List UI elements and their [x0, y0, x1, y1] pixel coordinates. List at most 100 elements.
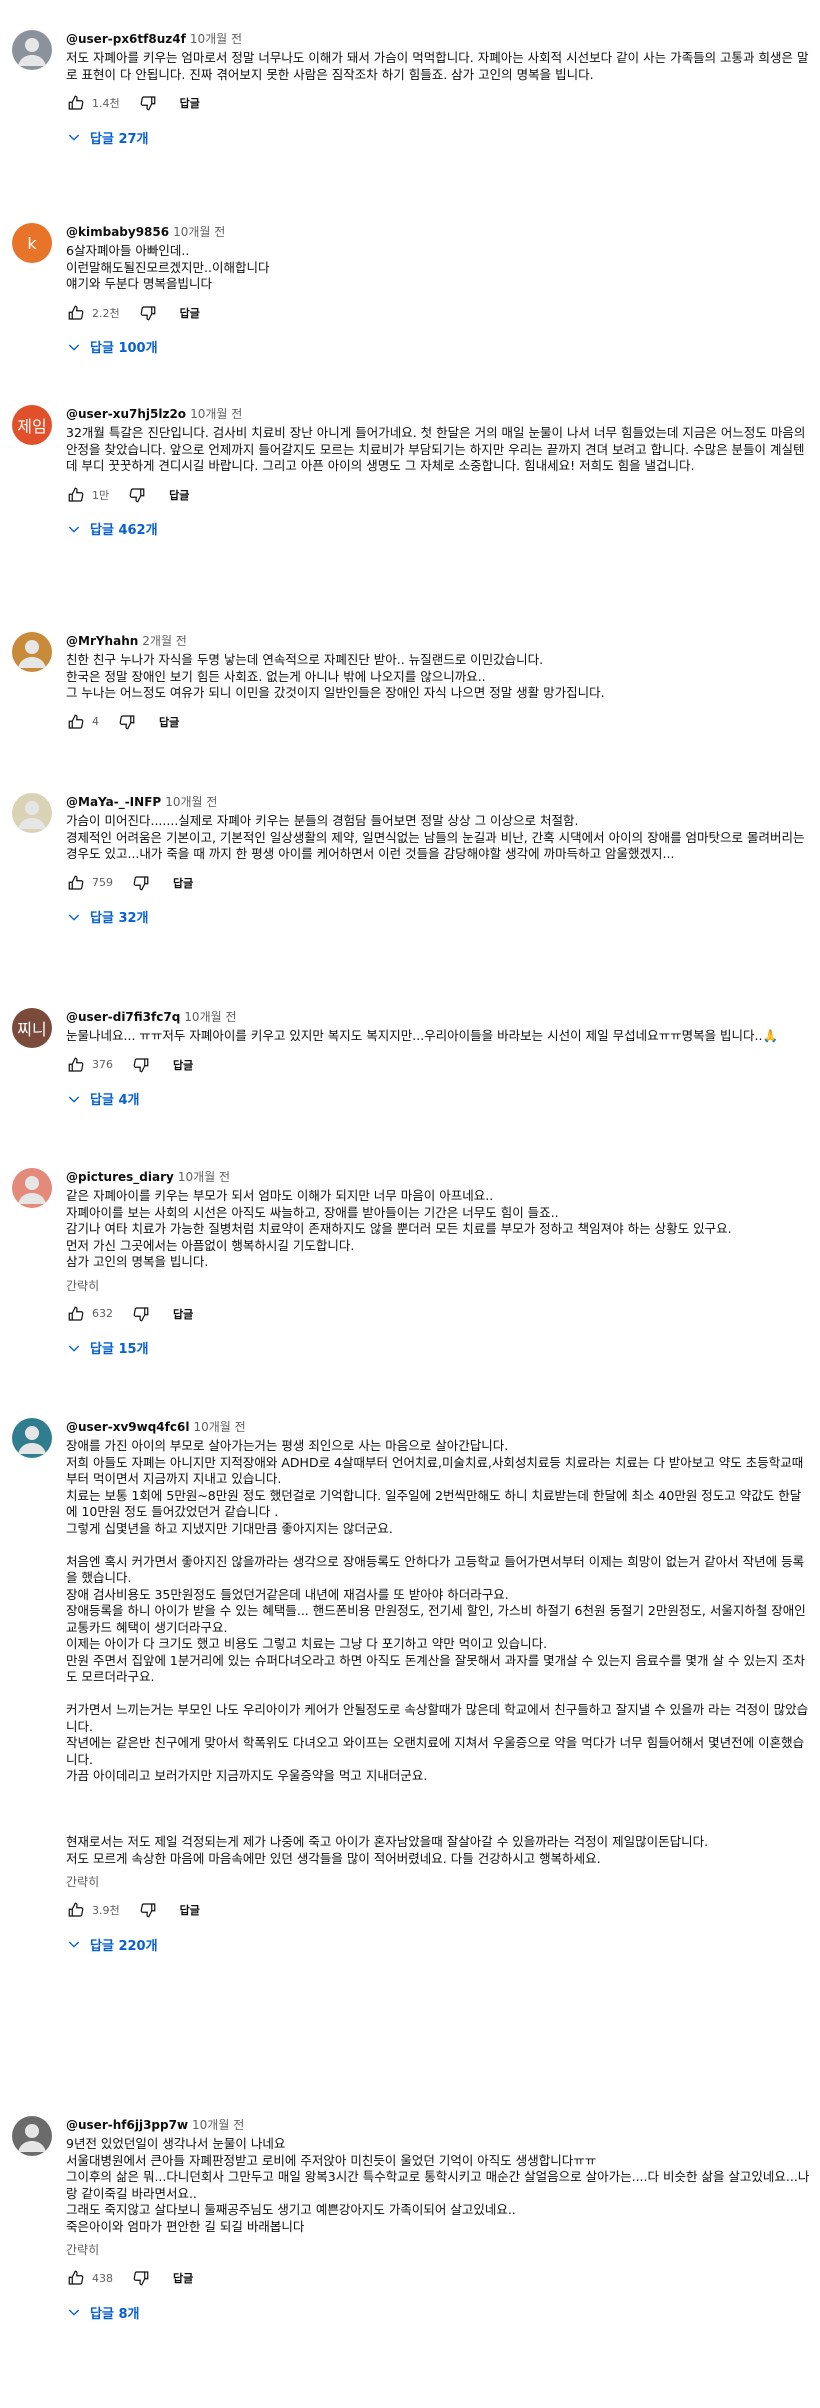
- comment-body: @pictures_diary 10개월 전 같은 자폐아이를 키우는 부모가 되서…: [66, 1168, 812, 1362]
- like-count: 4: [92, 715, 99, 728]
- reply-button[interactable]: 답글: [172, 299, 208, 327]
- thumb-up-icon: [67, 486, 85, 504]
- like-button[interactable]: [62, 481, 90, 509]
- comment-time[interactable]: 10개월 전: [192, 2118, 244, 2132]
- chevron-down-icon: [66, 909, 90, 925]
- dislike-button[interactable]: [127, 2264, 155, 2292]
- comment-text: 가슴이 미어진다.......실제로 자폐아 키우는 분들의 경험담 들어보면 …: [66, 813, 805, 861]
- like-button[interactable]: [62, 1051, 90, 1079]
- thumb-up-icon: [67, 2269, 85, 2287]
- avatar[interactable]: [12, 1168, 52, 1208]
- avatar[interactable]: 제임: [12, 405, 52, 445]
- like-button[interactable]: [62, 869, 90, 897]
- thumb-down-icon: [132, 1305, 150, 1323]
- show-less-button[interactable]: 간략히: [66, 2241, 812, 2258]
- show-less-button[interactable]: 간략히: [66, 1277, 812, 1294]
- view-replies-button[interactable]: 답글 27개: [66, 123, 812, 151]
- comment-header: @pictures_diary 10개월 전: [66, 1168, 812, 1186]
- avatar[interactable]: [12, 632, 52, 672]
- replies-count: 답글 100개: [90, 341, 158, 356]
- reply-button[interactable]: 답글: [165, 1300, 201, 1328]
- dislike-button[interactable]: [134, 1896, 162, 1924]
- comment-time[interactable]: 10개월 전: [165, 795, 217, 809]
- comment-body: @kimbaby9856 10개월 전 6살자폐아들 아빠인데.. 이런말해도될진모…: [66, 223, 812, 361]
- comment-author[interactable]: @MaYa-_-INFP: [66, 795, 161, 809]
- dislike-button[interactable]: [127, 869, 155, 897]
- comment-time[interactable]: 10개월 전: [190, 407, 242, 421]
- comment-author[interactable]: @user-xu7hj5lz2o: [66, 407, 186, 421]
- avatar[interactable]: [12, 2116, 52, 2156]
- like-button[interactable]: [62, 299, 90, 327]
- comment-actions: 2.2천 답글: [62, 297, 812, 329]
- comment-time[interactable]: 10개월 전: [193, 1420, 245, 1434]
- comment-author[interactable]: @user-di7fi3fc7q: [66, 1010, 180, 1024]
- comment-author[interactable]: @user-xv9wq4fc6l: [66, 1420, 189, 1434]
- like-button[interactable]: [62, 708, 90, 736]
- comment-time[interactable]: 2개월 전: [142, 634, 187, 648]
- chevron-down-icon: [66, 129, 90, 145]
- reply-button[interactable]: 답글: [165, 869, 201, 897]
- view-replies-button[interactable]: 답글 462개: [66, 515, 812, 543]
- avatar[interactable]: [12, 793, 52, 833]
- reply-button[interactable]: 답글: [161, 481, 197, 509]
- comment-text: 장애를 가진 아이의 부모로 살아가는거는 평생 죄인으로 사는 마음으로 살아…: [66, 1438, 809, 1866]
- comment-header: @kimbaby9856 10개월 전: [66, 223, 812, 241]
- comment-author[interactable]: @kimbaby9856: [66, 225, 169, 239]
- reply-button[interactable]: 답글: [172, 89, 208, 117]
- reply-button[interactable]: 답글: [172, 1896, 208, 1924]
- view-replies-button[interactable]: 답글 4개: [66, 1085, 812, 1113]
- reply-button[interactable]: 답글: [151, 708, 187, 736]
- comment-time[interactable]: 10개월 전: [190, 32, 242, 46]
- like-button[interactable]: [62, 1896, 90, 1924]
- like-button[interactable]: [62, 89, 90, 117]
- thumb-up-icon: [67, 874, 85, 892]
- view-replies-button[interactable]: 답글 32개: [66, 903, 812, 931]
- chevron-down-icon: [66, 521, 90, 537]
- comment-body: @user-di7fi3fc7q 10개월 전눈물나네요... ㅠㅠ저두 자폐아이…: [66, 1008, 812, 1113]
- dislike-button[interactable]: [113, 708, 141, 736]
- comment-header: @MrYhahn 2개월 전: [66, 632, 812, 650]
- thumb-up-icon: [67, 94, 85, 112]
- thumb-down-icon: [118, 713, 136, 731]
- comment-text: 눈물나네요... ㅠㅠ저두 자폐아이를 키우고 있지만 복지도 복지지만...우…: [66, 1028, 779, 1043]
- thumb-down-icon: [132, 874, 150, 892]
- avatar[interactable]: k: [12, 223, 52, 263]
- dislike-button[interactable]: [127, 1051, 155, 1079]
- comment-actions: 4 답글: [62, 706, 812, 738]
- view-replies-button[interactable]: 답글 100개: [66, 333, 812, 361]
- chevron-down-icon: [66, 1091, 90, 1107]
- show-less-button[interactable]: 간략히: [66, 1873, 812, 1890]
- like-button[interactable]: [62, 1300, 90, 1328]
- comment-author[interactable]: @MrYhahn: [66, 634, 138, 648]
- comment-actions: 1만 답글: [62, 479, 812, 511]
- avatar[interactable]: [12, 30, 52, 70]
- view-replies-button[interactable]: 답글 8개: [66, 2298, 812, 2326]
- comment-author[interactable]: @user-px6tf8uz4f: [66, 32, 186, 46]
- dislike-button[interactable]: [123, 481, 151, 509]
- reply-button[interactable]: 답글: [165, 1051, 201, 1079]
- comment-time[interactable]: 10개월 전: [184, 1010, 236, 1024]
- view-replies-button[interactable]: 답글 220개: [66, 1930, 812, 1958]
- reply-button[interactable]: 답글: [165, 2264, 201, 2292]
- chevron-down-icon: [66, 1936, 90, 1952]
- thumb-up-icon: [67, 304, 85, 322]
- comment-time[interactable]: 10개월 전: [173, 225, 225, 239]
- avatar[interactable]: 찌니: [12, 1008, 52, 1048]
- like-button[interactable]: [62, 2264, 90, 2292]
- like-count: 632: [92, 1307, 113, 1320]
- comment-author[interactable]: @pictures_diary: [66, 1170, 174, 1184]
- comment-text: 친한 친구 누나가 자식을 두명 낳는데 연속적으로 자폐진단 받아.. 뉴질랜…: [66, 652, 605, 700]
- avatar[interactable]: [12, 1418, 52, 1458]
- comment-header: @user-xu7hj5lz2o 10개월 전: [66, 405, 812, 423]
- replies-count: 답글 8개: [90, 2306, 140, 2322]
- view-replies-button[interactable]: 답글 15개: [66, 1334, 812, 1362]
- replies-count: 답글 4개: [90, 1093, 140, 1108]
- comment-author[interactable]: @user-hf6jj3pp7w: [66, 2118, 188, 2132]
- comment-time[interactable]: 10개월 전: [178, 1170, 230, 1184]
- comment-actions: 3.9천 답글: [62, 1894, 812, 1926]
- comment-actions: 1.4천 답글: [62, 87, 812, 119]
- dislike-button[interactable]: [127, 1300, 155, 1328]
- dislike-button[interactable]: [134, 89, 162, 117]
- comment-body: @user-xu7hj5lz2o 10개월 전 32개월 특갈은 진단입니다. 검사…: [66, 405, 812, 543]
- dislike-button[interactable]: [134, 299, 162, 327]
